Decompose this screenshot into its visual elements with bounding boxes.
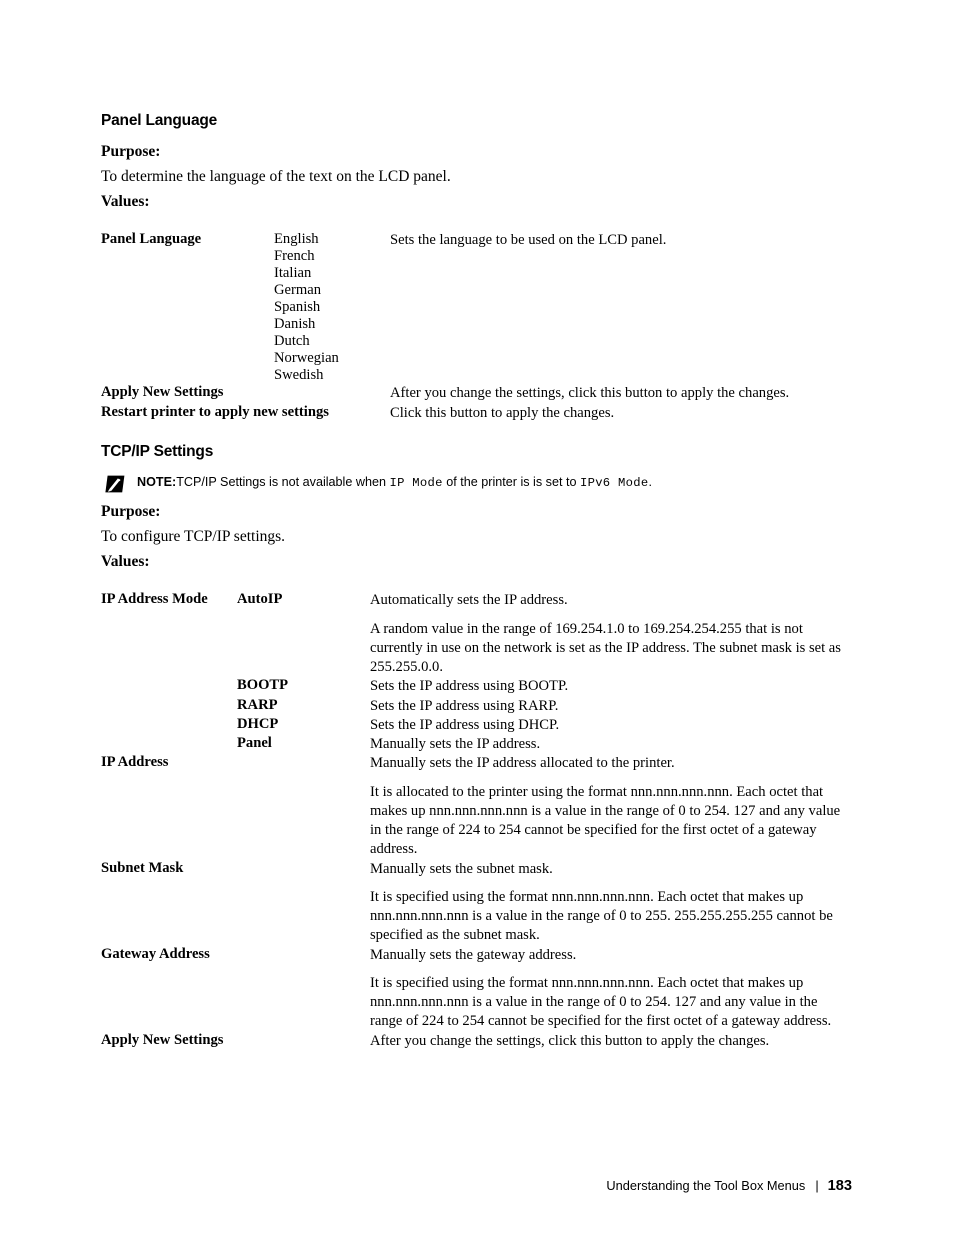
- row-description-subnet-mask: Manually sets the subnet mask. It is spe…: [370, 860, 852, 946]
- language-description: Sets the language to be used on the LCD …: [390, 232, 667, 249]
- option-description-line: Automatically sets the IP address.: [370, 592, 568, 609]
- note-text: NOTE:TCP/IP Settings is not available wh…: [137, 474, 652, 491]
- table-row: Apply New Settings After you change the …: [101, 384, 852, 403]
- option-description-autoip: Automatically sets the IP address. A ran…: [370, 591, 852, 677]
- page-footer: Understanding the Tool Box Menus | 183: [101, 1178, 852, 1194]
- row-label-apply-new-settings-tcpip[interactable]: Apply New Settings: [101, 1032, 370, 1051]
- row-description-line: It is specified using the format nnn.nnn…: [370, 974, 832, 1030]
- table-row: Gateway Address Manually sets the gatewa…: [101, 946, 852, 1032]
- footer-separator: |: [815, 1178, 819, 1193]
- note-mono-ip-mode: IP Mode: [389, 475, 443, 490]
- row-description-line: It is allocated to the printer using the…: [370, 783, 841, 858]
- row-description-apply-new-settings: After you change the settings, click thi…: [390, 385, 790, 402]
- row-label-subnet-mask: Subnet Mask: [101, 859, 184, 876]
- page-title-tcpip-settings: TCP/IP Settings: [101, 442, 214, 460]
- note-mono-ipv6-mode: IPv6 Mode: [579, 475, 649, 490]
- purpose-text-panel-language: To determine the language of the text on…: [101, 167, 451, 185]
- row-description-line: It is specified using the format nnn.nnn…: [370, 888, 833, 944]
- option-description-dhcp: Sets the IP address using DHCP.: [370, 716, 560, 733]
- values-label-tcpip: Values:: [101, 552, 150, 570]
- footer-chapter-title: Understanding the Tool Box Menus: [606, 1178, 806, 1193]
- language-option-french[interactable]: French: [274, 248, 390, 265]
- table-row: Apply New Settings After you change the …: [101, 1032, 852, 1051]
- row-label-restart-printer[interactable]: Restart printer to apply new settings: [101, 404, 390, 423]
- note-text-part2: of the printer is is set to: [442, 474, 580, 489]
- row-label-ip-address-mode: IP Address Mode: [101, 591, 208, 608]
- row-description-line: Manually sets the IP address allocated t…: [370, 755, 675, 772]
- option-dhcp[interactable]: DHCP: [237, 716, 370, 735]
- note-label: NOTE:: [137, 474, 177, 489]
- row-description-apply-new-settings-tcpip: After you change the settings, click thi…: [370, 1032, 770, 1049]
- purpose-text-tcpip: To configure TCP/IP settings.: [101, 527, 286, 545]
- language-option-dutch[interactable]: Dutch: [274, 333, 390, 350]
- row-description-ip-address: Manually sets the IP address allocated t…: [370, 754, 852, 859]
- language-option-italian[interactable]: Italian: [274, 265, 390, 282]
- language-option-danish[interactable]: Danish: [274, 316, 390, 333]
- footer-page-number: 183: [827, 1178, 852, 1194]
- option-bootp[interactable]: BOOTP: [237, 677, 370, 696]
- row-description-gateway-address: Manually sets the gateway address. It is…: [370, 946, 852, 1032]
- purpose-label-tcpip: Purpose:: [101, 502, 161, 520]
- table-row: IP Address Mode AutoIP Automatically set…: [101, 591, 852, 677]
- language-option-norwegian[interactable]: Norwegian: [274, 350, 390, 367]
- page-content: Panel Language Purpose: To determine the…: [101, 112, 852, 1051]
- option-rarp[interactable]: RARP: [237, 697, 370, 716]
- tcpip-settings-table: IP Address Mode AutoIP Automatically set…: [101, 591, 852, 1051]
- option-description-line: A random value in the range of 169.254.1…: [370, 620, 841, 676]
- pencil-note-icon: [105, 475, 125, 493]
- row-label-panel-language: Panel Language: [101, 231, 202, 248]
- row-description-restart-printer: Click this button to apply the changes.: [390, 404, 615, 421]
- language-option-spanish[interactable]: Spanish: [274, 299, 390, 316]
- language-option-swedish[interactable]: Swedish: [274, 367, 390, 384]
- option-description-bootp: Sets the IP address using BOOTP.: [370, 678, 569, 695]
- values-label-panel-language: Values:: [101, 192, 150, 210]
- purpose-label-panel-language: Purpose:: [101, 143, 161, 160]
- document-page: Panel Language Purpose: To determine the…: [0, 0, 954, 1235]
- table-row: Restart printer to apply new settings Cl…: [101, 404, 852, 423]
- note-text-part3: .: [648, 474, 653, 489]
- option-description-panel: Manually sets the IP address.: [370, 736, 541, 753]
- row-label-gateway-address: Gateway Address: [101, 945, 210, 962]
- panel-language-table: Panel Language English Sets the language…: [101, 231, 852, 423]
- language-option-english[interactable]: English: [274, 231, 390, 248]
- row-label-ip-address: IP Address: [101, 754, 169, 771]
- note-callout: NOTE:TCP/IP Settings is not available wh…: [101, 474, 852, 493]
- option-autoip[interactable]: AutoIP: [237, 591, 370, 677]
- table-row: Subnet Mask Manually sets the subnet mas…: [101, 860, 852, 946]
- table-row: IP Address Manually sets the IP address …: [101, 754, 852, 859]
- table-row: Panel Language English Sets the language…: [101, 231, 852, 248]
- note-text-part1: TCP/IP Settings is not available when: [176, 474, 390, 489]
- page-title-panel-language: Panel Language: [101, 112, 218, 129]
- row-description-line: Manually sets the gateway address.: [370, 946, 577, 963]
- row-label-apply-new-settings[interactable]: Apply New Settings: [101, 384, 390, 403]
- option-description-rarp: Sets the IP address using RARP.: [370, 697, 559, 714]
- option-panel[interactable]: Panel: [237, 735, 370, 754]
- row-description-line: Manually sets the subnet mask.: [370, 860, 553, 877]
- language-option-german[interactable]: German: [274, 282, 390, 299]
